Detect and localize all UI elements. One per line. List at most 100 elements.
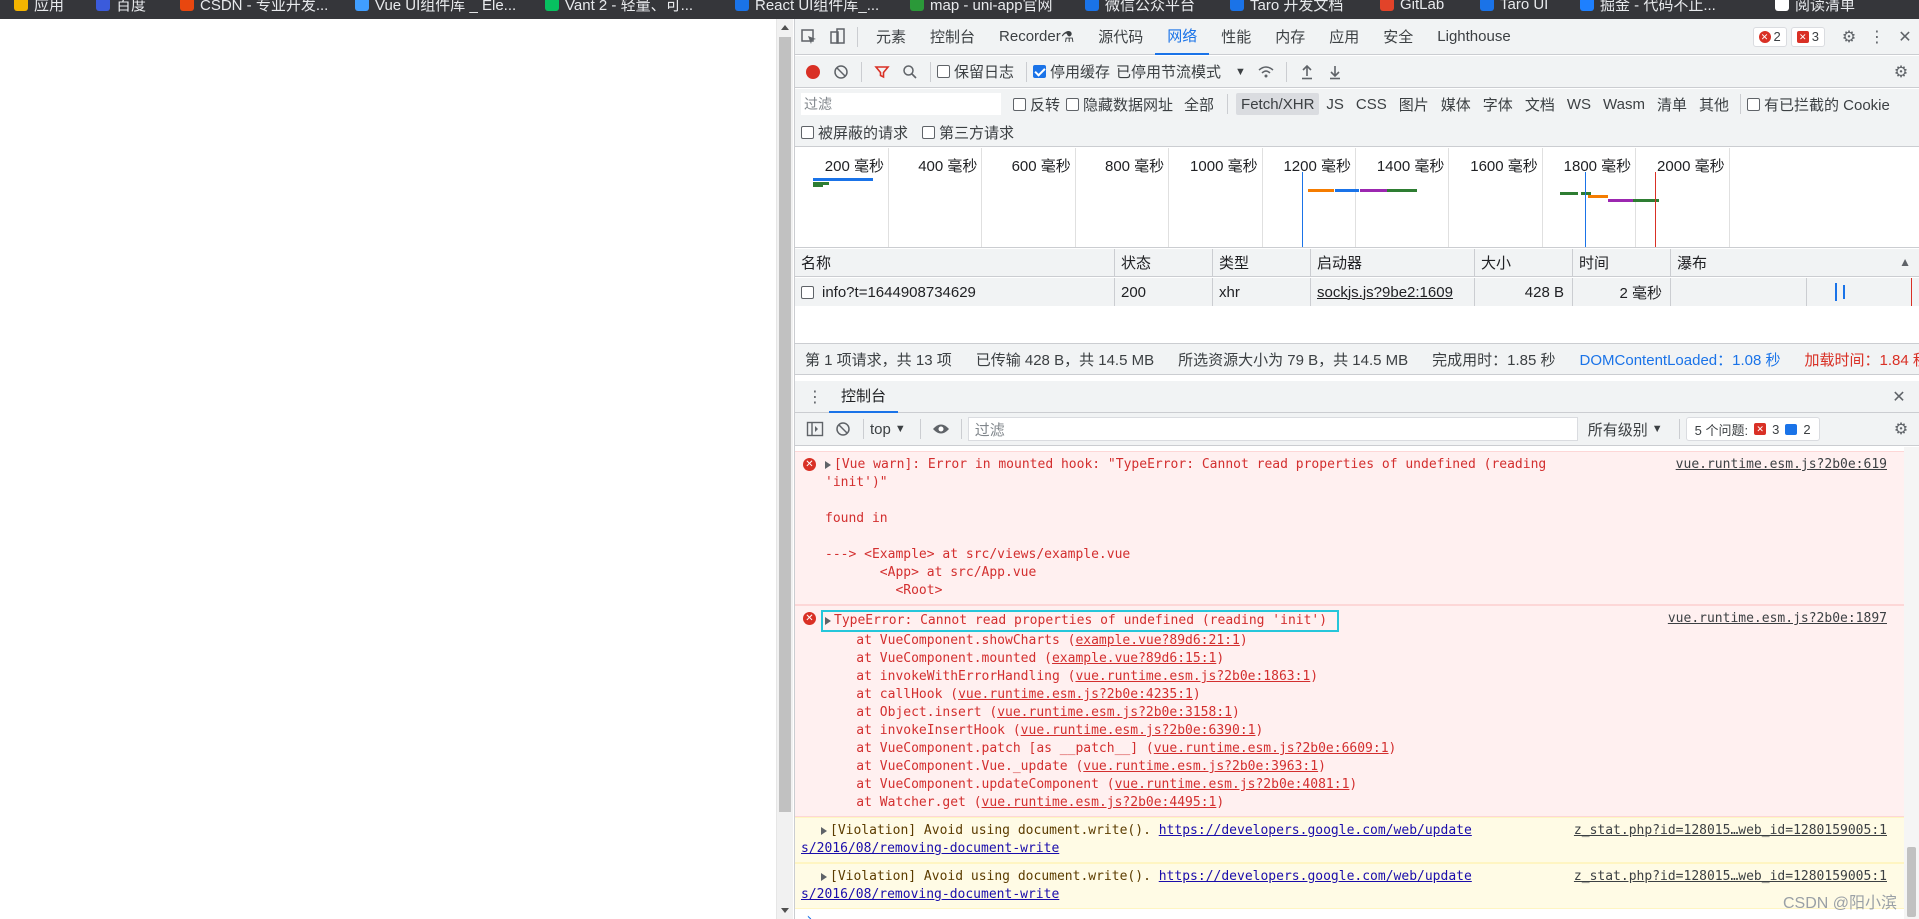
blocked-requests-checkbox[interactable]: 被屏蔽的请求 [801,122,908,143]
scroll-up-arrow-icon[interactable] [781,25,789,30]
close-drawer-icon[interactable]: ✕ [1885,383,1913,411]
clear-console-button[interactable] [829,415,857,443]
bookmark-item[interactable]: Taro 开发文档 [1230,0,1343,14]
bookmark-item[interactable]: GitLab [1380,0,1444,14]
stack-source-link[interactable]: vue.runtime.esm.js?2b0e:4235:1 [958,687,1193,702]
disable-cache-checkbox[interactable]: 停用缓存 [1033,61,1110,82]
console-prompt-line[interactable]: › [795,909,1905,919]
console-error-message[interactable]: ✕ [Vue warn]: Error in mounted hook: "Ty… [795,451,1905,605]
source-link[interactable]: vue.runtime.esm.js?2b0e:619 [1676,456,1887,474]
filter-toggle-button[interactable] [868,58,896,86]
console-violation-message[interactable]: [Violation] Avoid using document.write()… [795,863,1905,909]
console-settings-gear-icon[interactable]: ⚙ [1887,415,1915,443]
checkbox-box[interactable] [1033,65,1046,78]
tab-2[interactable]: Recorder ⚗ [987,19,1086,55]
type-filter-2[interactable]: JS [1321,93,1349,115]
issues-button[interactable]: 5 个问题: ✕ 3 2 [1686,417,1820,441]
source-link[interactable]: z_stat.php?id=128015…web_id=1280159005:1 [1574,868,1887,886]
bookmark-item[interactable]: Taro UI [1480,0,1548,14]
type-filter-9[interactable]: Wasm [1598,93,1650,115]
bookmark-item[interactable]: 百度 [96,0,146,14]
bookmark-item[interactable]: 微信公众平台 [1085,0,1195,14]
stack-source-link[interactable]: vue.runtime.esm.js?2b0e:4081:1 [1115,777,1350,792]
bookmark-item[interactable]: React UI组件库_... [735,0,879,14]
record-button[interactable] [799,58,827,86]
type-filter-1[interactable]: Fetch/XHR [1236,93,1319,115]
stack-source-link[interactable]: vue.runtime.esm.js?2b0e:3963:1 [1083,759,1318,774]
bookmark-item[interactable]: 掘金 - 代码不止... [1580,0,1716,14]
type-filter-7[interactable]: 文档 [1520,93,1560,115]
type-filter-10[interactable]: 清单 [1652,93,1692,115]
checkbox-box[interactable] [1066,98,1079,111]
tab-4[interactable]: 网络 [1155,19,1209,55]
device-toolbar-icon[interactable] [823,23,851,51]
expand-triangle-icon[interactable] [821,873,827,881]
more-options-icon[interactable]: ⋮ [1863,23,1891,51]
column-header[interactable]: 名称 [795,249,1115,276]
tab-1[interactable]: 控制台 [918,19,987,55]
column-header[interactable]: 类型 [1213,249,1311,276]
throttling-select[interactable]: 已停用节流模式▼ [1116,61,1246,82]
stack-source-link[interactable]: vue.runtime.esm.js?2b0e:3158:1 [997,705,1232,720]
console-error-message[interactable]: ✕ TypeError: Cannot read properties of u… [795,605,1905,817]
tab-0[interactable]: 元素 [864,19,918,55]
expand-triangle-icon[interactable] [821,827,827,835]
checkbox-box[interactable] [1013,98,1026,111]
network-conditions-icon[interactable] [1252,58,1280,86]
checkbox-box[interactable] [922,126,935,139]
type-filter-3[interactable]: CSS [1351,93,1392,115]
sidebar-toggle-icon[interactable] [801,415,829,443]
page-scrollbar[interactable] [776,19,793,919]
bookmark-item[interactable]: 阅读清单 [1775,0,1855,14]
tab-5[interactable]: 性能 [1209,19,1263,55]
settings-gear-icon[interactable]: ⚙ [1835,23,1863,51]
tab-8[interactable]: 安全 [1371,19,1425,55]
console-filter-input[interactable]: 过滤 [968,417,1578,441]
tab-console-drawer[interactable]: 控制台 [829,381,898,413]
type-filter-4[interactable]: 图片 [1394,93,1434,115]
doc-link[interactable]: s/2016/08/removing-document-write [801,840,1895,858]
context-select[interactable]: top▼ [870,421,906,438]
source-link[interactable]: vue.runtime.esm.js?2b0e:1897 [1668,610,1887,628]
blocked-cookies-checkbox[interactable]: 有已拦截的 Cookie [1747,94,1890,115]
doc-link[interactable]: https://developers.google.com/web/update [1159,869,1472,884]
preserve-log-checkbox[interactable]: 保留日志 [937,61,1014,82]
column-header[interactable]: 大小 [1475,249,1573,276]
doc-link[interactable]: s/2016/08/removing-document-write [801,886,1895,904]
type-filter-0[interactable]: 全部 [1179,93,1219,115]
network-filter-input[interactable]: 过滤 [801,93,1001,115]
console-scrollbar[interactable] [1904,447,1919,919]
stack-source-link[interactable]: example.vue?89d6:21:1 [1075,633,1239,648]
tab-3[interactable]: 源代码 [1086,19,1155,55]
table-row[interactable]: info?t=1644908734629200xhrsockjs.js?9be2… [795,278,1919,306]
bookmark-item[interactable]: Vant 2 - 轻量、可... [545,0,693,14]
bookmark-item[interactable]: 应用 [14,0,64,14]
issue-count-badge[interactable]: ✕ 3 [1791,27,1825,47]
type-filter-6[interactable]: 字体 [1478,93,1518,115]
invert-checkbox[interactable]: 反转 [1013,94,1060,115]
bookmark-item[interactable]: map - uni-app官网 [910,0,1053,14]
log-levels-select[interactable]: 所有级别▼ [1588,419,1663,440]
column-header[interactable]: 状态 [1115,249,1213,276]
console-violation-message[interactable]: [Violation] Avoid using document.write()… [795,817,1905,863]
third-party-checkbox[interactable]: 第三方请求 [922,122,1014,143]
tab-9[interactable]: Lighthouse [1425,19,1522,55]
stack-source-link[interactable]: vue.runtime.esm.js?2b0e:4495:1 [982,795,1217,810]
type-filter-11[interactable]: 其他 [1694,93,1734,115]
expand-triangle-icon[interactable] [825,617,831,625]
hide-data-urls-checkbox[interactable]: 隐藏数据网址 [1066,94,1173,115]
table-cell-initiator[interactable]: sockjs.js?9be2:1609 [1311,278,1475,306]
checkbox-box[interactable] [1747,98,1760,111]
type-filter-5[interactable]: 媒体 [1436,93,1476,115]
bookmark-item[interactable]: CSDN - 专业开发... [180,0,328,14]
scroll-thumb[interactable] [779,37,791,812]
import-har-icon[interactable] [1293,58,1321,86]
clear-button[interactable] [827,58,855,86]
drawer-more-icon[interactable]: ⋮ [801,383,829,411]
live-expression-eye-icon[interactable] [927,415,955,443]
error-count-badge[interactable]: ✕ 2 [1753,27,1787,47]
bookmark-item[interactable]: Vue UI组件库 _ Ele... [355,0,516,14]
stack-source-link[interactable]: vue.runtime.esm.js?2b0e:6609:1 [1154,741,1389,756]
sort-ascending-icon[interactable]: ▲ [1899,255,1911,269]
column-header[interactable]: 时间 [1573,249,1671,276]
